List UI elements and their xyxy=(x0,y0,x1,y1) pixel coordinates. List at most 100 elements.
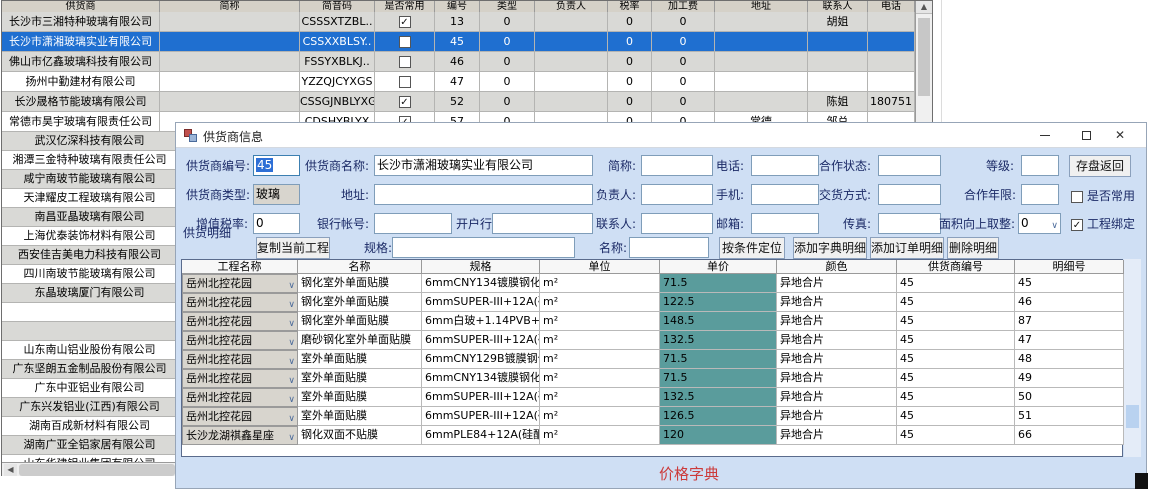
project-combo-cell[interactable]: 岳州北控花园∨ xyxy=(182,388,298,407)
mobile-input[interactable] xyxy=(751,184,819,205)
table-cell xyxy=(160,52,300,72)
checked-checkbox-icon[interactable]: ✓ xyxy=(399,16,411,28)
project-bind-checkbox[interactable]: ✓ xyxy=(1071,219,1083,231)
delete-detail-button[interactable]: 删除明细 xyxy=(947,237,999,259)
coop-status-input[interactable] xyxy=(878,155,941,176)
name-filter-label: 名称: xyxy=(594,240,627,256)
common-checkbox[interactable] xyxy=(1071,191,1083,203)
bank-name-input[interactable] xyxy=(492,213,593,234)
table-cell xyxy=(808,72,868,92)
area-roundup-label: 面积向上取整: xyxy=(939,216,1014,232)
grade-input[interactable] xyxy=(1021,155,1059,176)
chevron-down-icon[interactable]: ∨ xyxy=(1051,217,1058,234)
checked-checkbox-icon[interactable]: ✓ xyxy=(399,96,411,108)
dialog-titlebar[interactable]: 供货商信息 ✕ xyxy=(176,123,1146,148)
table-row[interactable]: 长沙晟格节能玻璃有限公司CSSGJNBLYXGS✓52000陈姐180751 xyxy=(2,92,915,112)
grid-column-header[interactable]: 供货商编号 xyxy=(897,260,1015,274)
table-cell: 52 xyxy=(435,92,480,112)
chevron-down-icon[interactable]: ∨ xyxy=(288,372,295,388)
minimize-button[interactable] xyxy=(1032,123,1058,147)
fax-input[interactable] xyxy=(878,213,941,234)
table-cell: 0 xyxy=(480,12,535,32)
unchecked-checkbox-icon[interactable] xyxy=(399,56,411,68)
project-combo-cell[interactable]: 岳州北控花园∨ xyxy=(182,293,298,312)
locate-by-condition-button[interactable]: 按条件定位 xyxy=(719,237,785,259)
table-row[interactable]: 长沙市三湘特种玻璃有限公司CSSSXTZBL..✓13000胡姐 xyxy=(2,12,915,32)
common-checkbox-row[interactable]: 是否常用 xyxy=(1071,187,1135,203)
email-input[interactable] xyxy=(751,213,819,234)
grid-row[interactable]: 岳州北控花园∨钢化室外单面贴膜6mmSUPER-III+12A(硅...m²12… xyxy=(182,293,1124,312)
supplier-name-input[interactable]: 长沙市潇湘玻璃实业有限公司 xyxy=(374,155,593,176)
vat-rate-input[interactable]: 0 xyxy=(253,213,300,234)
grid-row[interactable]: 岳州北控花园∨钢化室外单面贴膜6mmCNY134镀膜钢化m²71.5异地合片45… xyxy=(182,274,1124,293)
project-bind-checkbox-row[interactable]: ✓工程绑定 xyxy=(1071,215,1135,231)
grid-column-header[interactable]: 规格 xyxy=(422,260,540,274)
chevron-down-icon[interactable]: ∨ xyxy=(288,277,295,293)
grid-row[interactable]: 岳州北控花园∨磨砂钢化室外单面贴膜6mmSUPER-III+12A(硅...m²… xyxy=(182,331,1124,350)
coop-years-input[interactable] xyxy=(1021,184,1059,205)
maximize-button[interactable] xyxy=(1073,123,1099,147)
unchecked-checkbox-icon[interactable] xyxy=(399,76,411,88)
grid-row[interactable]: 岳州北控花园∨室外单面贴膜6mmCNY129B镀膜钢化m²71.5异地合片454… xyxy=(182,350,1124,369)
grid-row[interactable]: 岳州北控花园∨室外单面贴膜6mmSUPER-III+12A(硅...m²132.… xyxy=(182,388,1124,407)
project-combo-cell[interactable]: 岳州北控花园∨ xyxy=(182,312,298,331)
table-row[interactable]: 扬州中勤建材有限公司YZZQJCYXGS47000 xyxy=(2,72,915,92)
table-row[interactable]: 佛山市亿鑫玻璃科技有限公司FSSYXBLKJ..46000 xyxy=(2,52,915,72)
project-combo-cell[interactable]: 岳州北控花园∨ xyxy=(182,350,298,369)
table-cell: 46 xyxy=(435,52,480,72)
grid-row[interactable]: 长沙龙湖祺鑫星座∨钢化双面不贴膜6mmPLE84+12A(硅酮胶...m²120… xyxy=(182,426,1124,445)
chevron-down-icon[interactable]: ∨ xyxy=(288,410,295,426)
project-combo-cell[interactable]: 岳州北控花园∨ xyxy=(182,369,298,388)
project-combo-cell[interactable]: 岳州北控花园∨ xyxy=(182,274,298,293)
selected-text: 45 xyxy=(256,158,273,172)
project-combo-cell[interactable]: 岳州北控花园∨ xyxy=(182,331,298,350)
table-cell: 0 xyxy=(608,32,652,52)
area-roundup-select[interactable]: 0∨ xyxy=(1018,213,1061,234)
grid-column-header[interactable]: 单价 xyxy=(660,260,777,274)
table-cell: ✓ xyxy=(375,92,435,112)
table-cell xyxy=(160,92,300,112)
supplier-id-input[interactable]: 45 xyxy=(253,155,300,176)
grid-row[interactable]: 岳州北控花园∨钢化室外单面贴膜6mm白玻+1.14PVB+6mm...m²148… xyxy=(182,312,1124,331)
contact-label: 联系人: xyxy=(591,216,636,232)
grid-cell: 6mmSUPER-III+12A(硅... xyxy=(422,331,540,350)
grid-row[interactable]: 岳州北控花园∨室外单面贴膜6mmSUPER-III+12A(硅...m²126.… xyxy=(182,407,1124,426)
add-order-detail-button[interactable]: 添加订单明细 xyxy=(870,237,944,259)
project-combo-cell[interactable]: 长沙龙湖祺鑫星座∨ xyxy=(182,426,298,445)
delivery-method-input[interactable] xyxy=(878,184,941,205)
grid-row[interactable]: 岳州北控花园∨室外单面贴膜6mmCNY134镀膜钢化m²71.5异地合片4549 xyxy=(182,369,1124,388)
grid-column-header[interactable]: 名称 xyxy=(298,260,422,274)
chevron-down-icon[interactable]: ∨ xyxy=(288,315,295,331)
table-cell: 佛山市亿鑫玻璃科技有限公司 xyxy=(2,52,160,72)
detail-grid-scroll-thumb[interactable] xyxy=(1126,405,1139,428)
grid-column-header[interactable]: 单位 xyxy=(540,260,660,274)
grid-column-header[interactable]: 明细号 xyxy=(1015,260,1124,274)
bank-account-input[interactable] xyxy=(374,213,452,234)
vscroll-thumb[interactable] xyxy=(918,18,930,96)
scroll-up-icon[interactable]: ▲ xyxy=(916,1,932,14)
address-input[interactable] xyxy=(374,184,593,205)
table-cell xyxy=(868,32,915,52)
table-row[interactable]: 长沙市潇湘玻璃实业有限公司CSSXXBLSY..45000 xyxy=(2,32,915,52)
name-filter-input[interactable] xyxy=(629,237,709,258)
project-combo-cell[interactable]: 岳州北控花园∨ xyxy=(182,407,298,426)
phone-input[interactable] xyxy=(751,155,819,176)
chevron-down-icon[interactable]: ∨ xyxy=(288,429,295,445)
chevron-down-icon[interactable]: ∨ xyxy=(288,353,295,369)
table-cell: 胡姐 xyxy=(808,12,868,32)
grid-column-header[interactable]: 颜色 xyxy=(777,260,897,274)
scroll-left-icon[interactable]: ◀ xyxy=(4,464,17,476)
detail-grid-vscrollbar[interactable] xyxy=(1124,259,1141,457)
unchecked-checkbox-icon[interactable] xyxy=(399,36,411,48)
spec-filter-input[interactable] xyxy=(392,237,575,258)
hscroll-thumb[interactable] xyxy=(19,464,175,476)
save-return-button[interactable]: 存盘返回 xyxy=(1069,155,1131,177)
add-dictionary-detail-button[interactable]: 添加字典明细 xyxy=(793,237,867,259)
copy-current-project-button[interactable]: 复制当前工程 xyxy=(256,237,330,259)
chevron-down-icon[interactable]: ∨ xyxy=(288,391,295,407)
chevron-down-icon[interactable]: ∨ xyxy=(288,296,295,312)
chevron-down-icon[interactable]: ∨ xyxy=(288,334,295,350)
supplier-type-input[interactable]: 玻璃 xyxy=(253,184,300,205)
close-button[interactable]: ✕ xyxy=(1107,123,1133,147)
grid-column-header[interactable]: 工程名称 xyxy=(182,260,298,274)
